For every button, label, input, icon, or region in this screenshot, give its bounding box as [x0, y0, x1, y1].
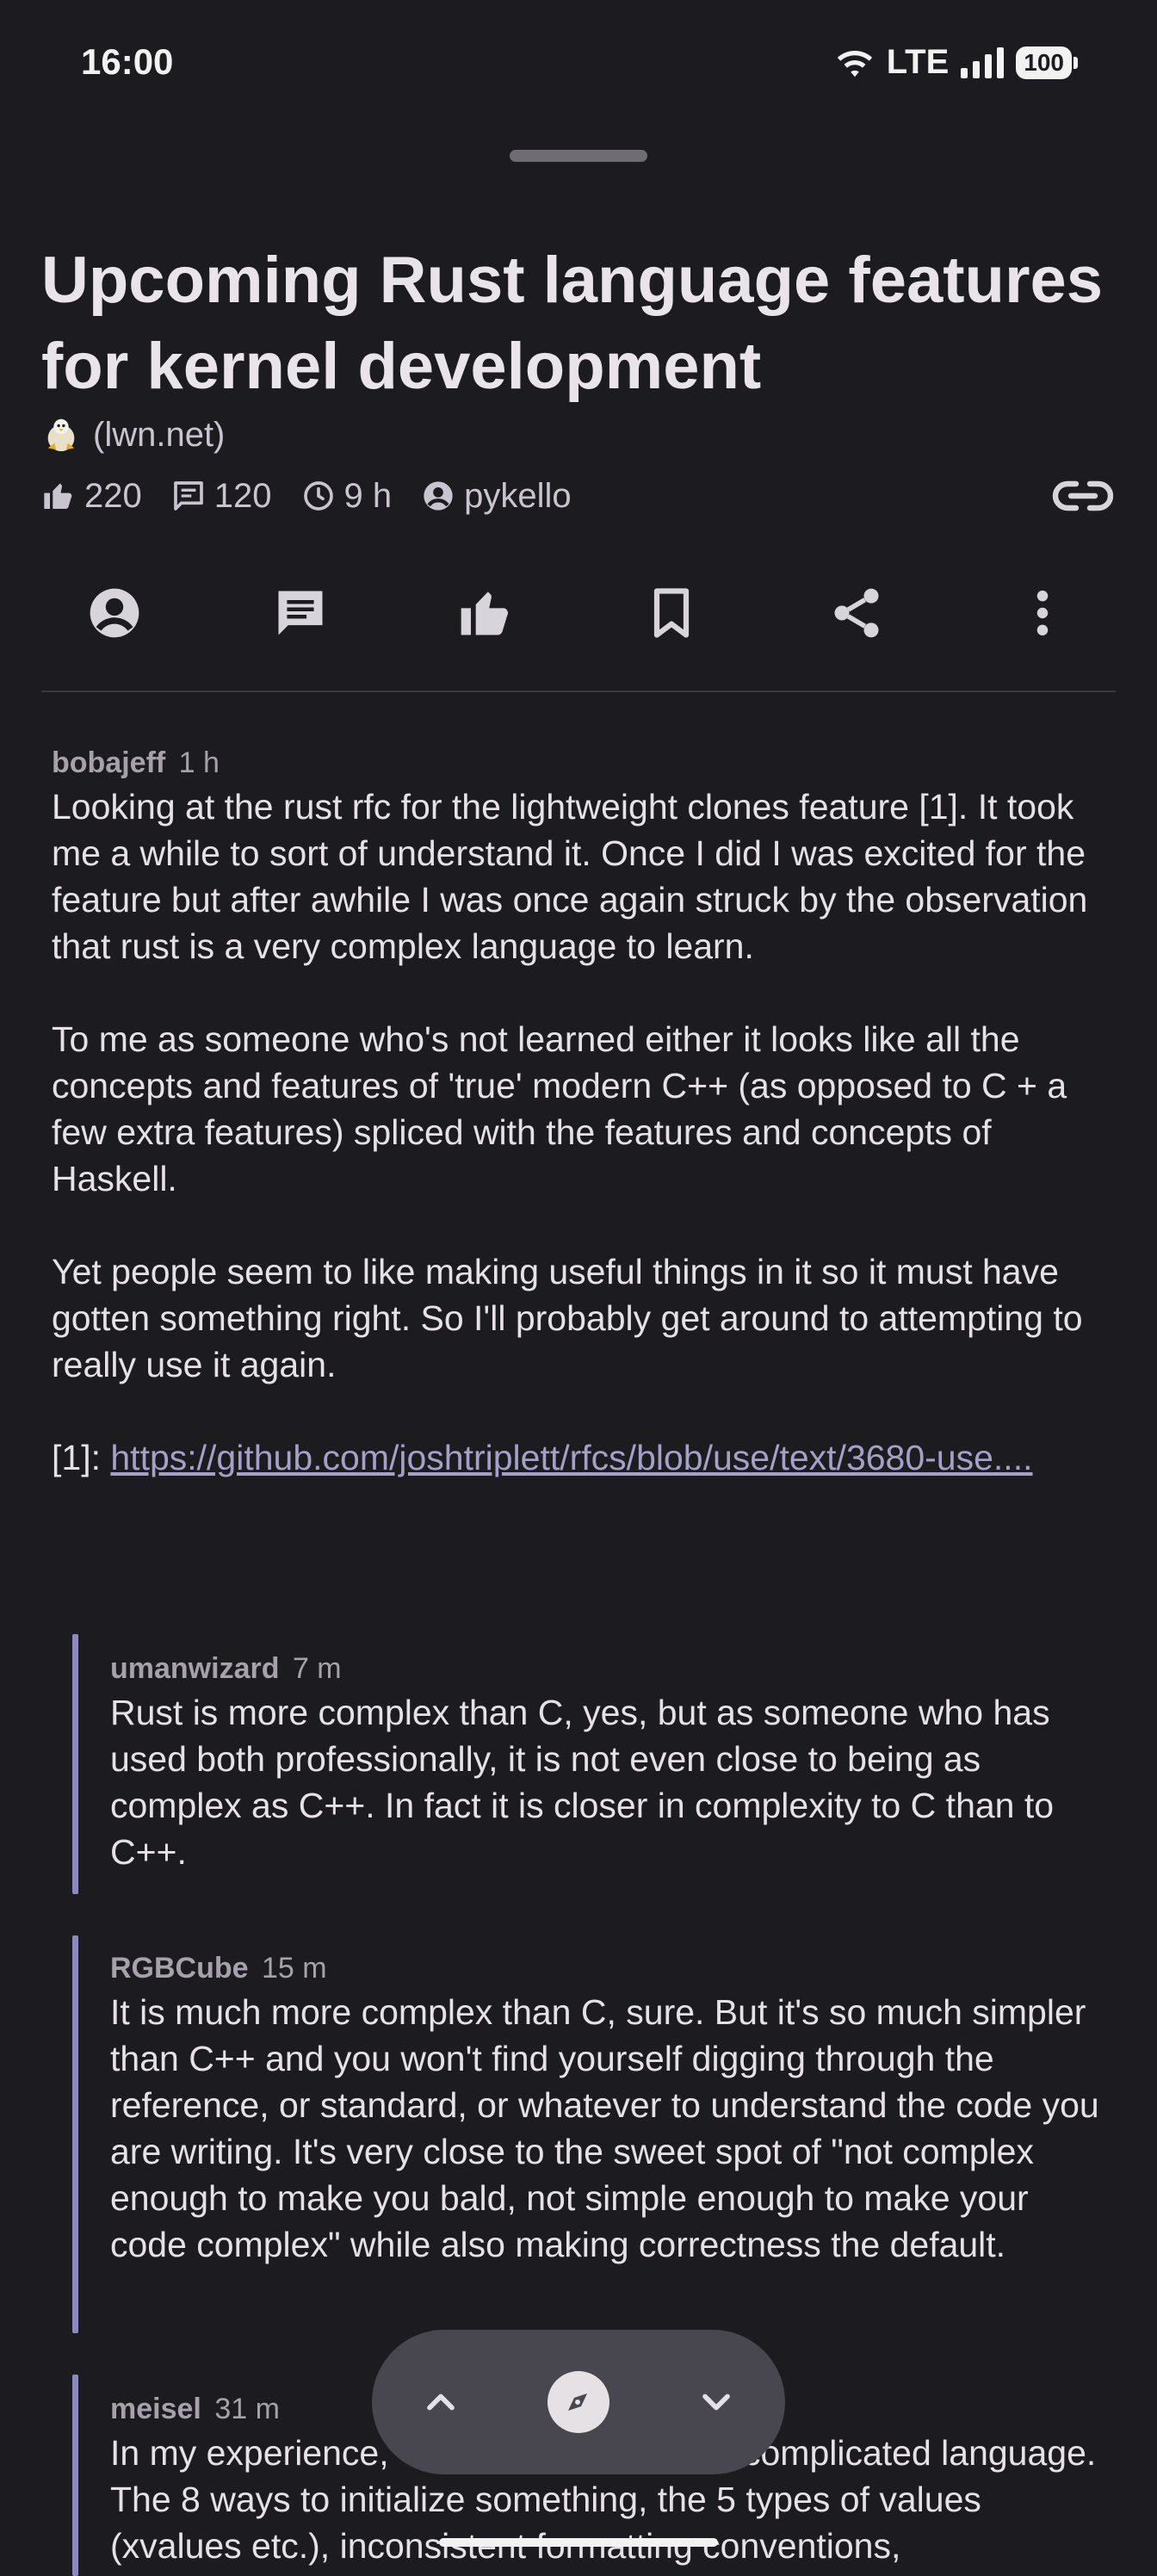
open-link-button[interactable]	[1049, 472, 1117, 520]
comment-paragraph: Looking at the rust rfc for the lightwei…	[52, 787, 1088, 966]
comment-time: 1 h	[178, 746, 220, 779]
reply-indent-bar	[72, 1935, 78, 2333]
wifi-icon	[837, 50, 872, 77]
link-icon	[1052, 480, 1114, 511]
post-title[interactable]: Upcoming Rust language features for kern…	[41, 238, 1126, 410]
reply-indent-bar	[72, 1634, 78, 1894]
comment-time: 15 m	[262, 1952, 327, 1985]
bookmark-button[interactable]	[598, 575, 745, 651]
battery-level: 100	[1016, 46, 1072, 79]
comment-header: umanwizard 7 m	[110, 1648, 1100, 1689]
upvote-button[interactable]	[412, 575, 559, 651]
compass-icon	[548, 2371, 609, 2433]
post-age: 9 h	[301, 477, 392, 516]
comment-paragraph: Yet people seem to like making useful th…	[52, 1252, 1083, 1384]
comment-author[interactable]: meisel	[110, 2393, 201, 2425]
comment-time: 31 m	[214, 2393, 280, 2425]
comment-icon	[278, 591, 323, 635]
post-domain: (lwn.net)	[93, 415, 226, 454]
network-type: LTE	[886, 43, 950, 81]
more-options-button[interactable]	[969, 575, 1116, 651]
profile-button[interactable]	[41, 575, 188, 651]
reply-comment[interactable]: RGBCube 15 m It is much more complex tha…	[110, 1947, 1100, 2268]
comment-header: bobajeff 1 h	[52, 742, 1119, 783]
comment-author[interactable]: bobajeff	[52, 746, 165, 779]
post-author[interactable]: pykello	[421, 477, 572, 516]
status-bar: 16:00 LTE 100	[0, 0, 1157, 129]
reference-link[interactable]: https://github.com/joshtriplett/rfcs/blo…	[110, 1438, 1032, 1477]
upvote-count: 220	[41, 477, 142, 516]
comment-reference: [1]: https://github.com/joshtriplett/rfc…	[52, 1434, 1119, 1481]
signal-icon	[961, 46, 1005, 78]
comment-header: RGBCube 15 m	[110, 1947, 1100, 1989]
account-circle-icon	[424, 481, 453, 511]
comments-button[interactable]	[227, 575, 374, 651]
comment-body: Looking at the rust rfc for the lightwei…	[52, 783, 1119, 1481]
share-button[interactable]	[783, 575, 930, 651]
status-icons: LTE 100	[835, 43, 1078, 82]
reply-comment[interactable]: umanwizard 7 m Rust is more complex than…	[110, 1648, 1100, 1875]
comment-time: 7 m	[292, 1652, 342, 1685]
chevron-down-icon	[702, 2393, 730, 2411]
comment-icon	[173, 481, 203, 511]
comment-body: It is much more complex than C, sure. Bu…	[110, 1992, 1099, 2264]
reply-indent-bar	[72, 2375, 78, 2576]
comment-navigation-bar	[372, 2330, 785, 2474]
clock-icon	[303, 481, 333, 511]
site-favicon-icon	[47, 418, 75, 452]
comment-count: 120	[171, 477, 272, 516]
battery-icon: 100	[1016, 46, 1078, 79]
post-actions	[41, 575, 1116, 651]
share-icon	[834, 588, 879, 638]
gesture-navigation-handle[interactable]	[439, 2538, 718, 2547]
comment-paragraph: To me as someone who's not learned eithe…	[52, 1019, 1067, 1198]
account-circle-icon	[90, 588, 139, 638]
thumb-up-icon	[44, 483, 72, 509]
bookmark-icon	[653, 588, 689, 638]
navigate-button[interactable]	[535, 2359, 622, 2445]
sheet-drag-handle[interactable]	[510, 150, 647, 162]
header-divider	[41, 690, 1116, 692]
previous-comment-button[interactable]	[398, 2359, 484, 2445]
chevron-up-icon	[427, 2393, 455, 2411]
next-comment-button[interactable]	[673, 2359, 759, 2445]
status-time: 16:00	[81, 41, 174, 82]
more-vert-icon	[1036, 590, 1049, 636]
post-meta: 220 120 9 h pykello	[41, 472, 1117, 520]
comment-author[interactable]: umanwizard	[110, 1652, 279, 1685]
comment-body: Rust is more complex than C, yes, but as…	[110, 1693, 1055, 1872]
reference-label: [1]:	[52, 1438, 111, 1477]
thumb-up-icon	[461, 591, 509, 635]
post-source[interactable]: (lwn.net)	[41, 415, 225, 455]
comment[interactable]: bobajeff 1 h Looking at the rust rfc for…	[52, 742, 1119, 1481]
comment-author[interactable]: RGBCube	[110, 1952, 249, 1985]
